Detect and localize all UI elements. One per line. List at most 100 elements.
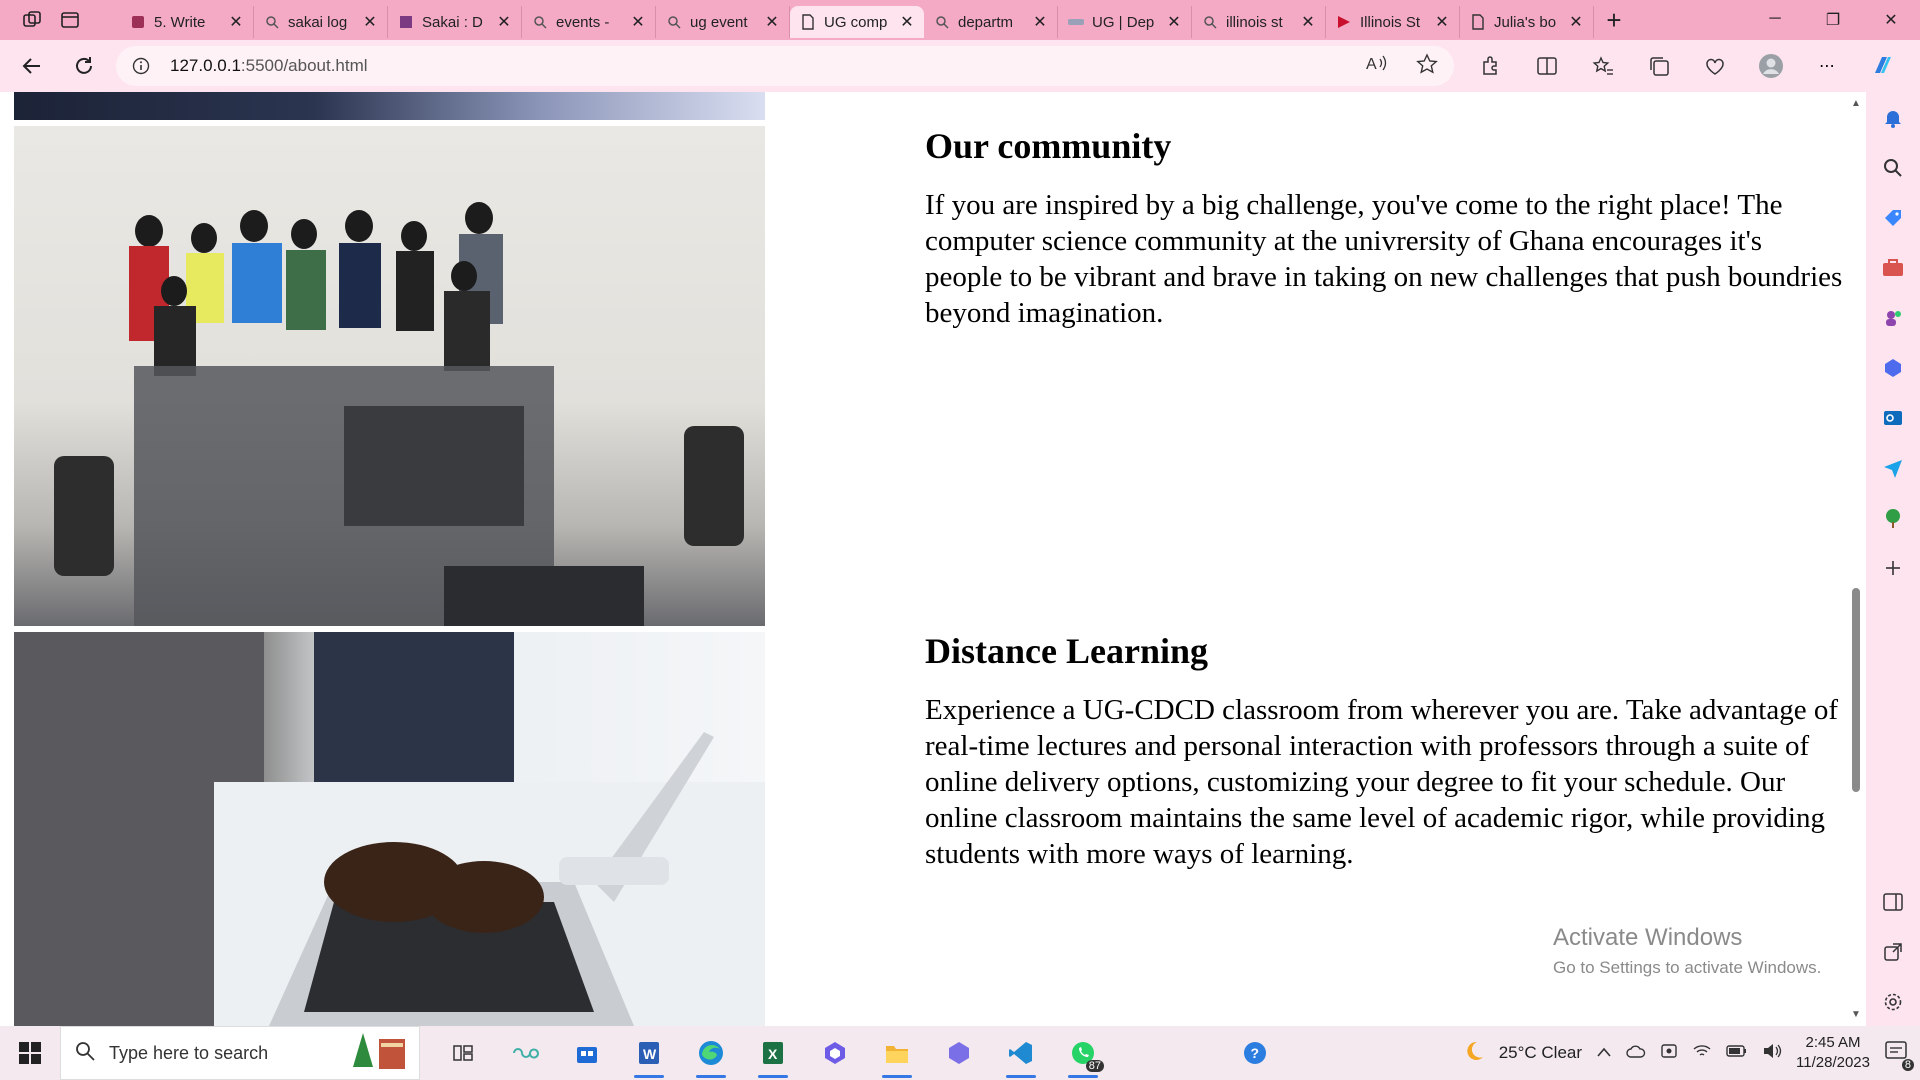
close-icon[interactable]: ✕	[363, 12, 377, 32]
close-icon[interactable]: ✕	[900, 12, 914, 32]
notifications-icon[interactable]: 8	[1884, 1040, 1914, 1071]
more-options-icon[interactable]: ⋯	[1814, 53, 1840, 79]
system-clock[interactable]: 2:45 AM 11/28/2023	[1796, 1033, 1870, 1073]
tab[interactable]: events - ✕	[522, 6, 656, 38]
outlook-icon[interactable]	[1881, 406, 1905, 430]
refresh-icon[interactable]	[64, 46, 104, 86]
add-icon[interactable]	[1881, 556, 1905, 580]
favorites-icon[interactable]	[1590, 53, 1616, 79]
bell-icon[interactable]	[1881, 106, 1905, 130]
close-icon[interactable]: ✕	[1301, 12, 1315, 32]
meet-now-icon[interactable]	[1660, 1042, 1678, 1065]
tab[interactable]: departm ✕	[924, 6, 1058, 38]
info-icon[interactable]	[132, 57, 154, 75]
tab[interactable]: Sakai : D ✕	[388, 6, 522, 38]
edge-browser-icon[interactable]	[680, 1026, 742, 1080]
vscode-icon[interactable]	[990, 1026, 1052, 1080]
weather-moon-icon[interactable]	[1461, 1039, 1485, 1068]
performance-icon[interactable]	[1702, 53, 1728, 79]
tab[interactable]: ug event ✕	[656, 6, 790, 38]
url-path: :5500/about.html	[240, 56, 368, 75]
tab-title: Julia's bo	[1494, 13, 1557, 31]
windows-start-icon[interactable]	[0, 1042, 60, 1064]
tab[interactable]: sakai log ✕	[254, 6, 388, 38]
volume-icon[interactable]	[1762, 1043, 1782, 1064]
tab-title: UG | Dep	[1092, 13, 1155, 31]
tab[interactable]: Illinois St ✕	[1326, 6, 1460, 38]
page-viewport: Our community If you are inspired by a b…	[0, 92, 1866, 1026]
svg-text:A: A	[1366, 56, 1377, 73]
close-icon[interactable]: ✕	[229, 12, 243, 32]
back-icon[interactable]	[12, 46, 52, 86]
tab-title: events -	[556, 13, 610, 31]
microsoft-store-icon[interactable]	[556, 1026, 618, 1080]
sakai-icon	[398, 14, 414, 30]
microsoft-365-icon[interactable]	[1881, 356, 1905, 380]
wifi-icon[interactable]	[1692, 1043, 1712, 1064]
favorite-star-icon[interactable]	[1416, 52, 1438, 80]
collections-icon[interactable]	[1646, 53, 1672, 79]
copilot-loop-icon[interactable]	[494, 1026, 556, 1080]
external-link-icon[interactable]	[1881, 940, 1905, 964]
svg-text:W: W	[643, 1046, 657, 1062]
workspaces-icon[interactable]	[20, 8, 44, 32]
tab-active[interactable]: UG comp ✕	[790, 6, 924, 38]
minimize-icon[interactable]: ─	[1746, 10, 1804, 30]
whatsapp-icon[interactable]: 87	[1052, 1026, 1114, 1080]
send-icon[interactable]	[1881, 456, 1905, 480]
tab-actions-icon[interactable]	[58, 8, 82, 32]
scroll-up-icon[interactable]: ▲	[1851, 98, 1861, 109]
help-icon[interactable]: ?	[1224, 1026, 1286, 1080]
settings-gear-icon[interactable]	[1881, 990, 1905, 1014]
distance-learning-laptop-photo	[14, 632, 765, 1026]
close-icon[interactable]: ✕	[1167, 12, 1181, 32]
word-icon[interactable]: W	[618, 1026, 680, 1080]
taskbar-search-box[interactable]: Type here to search	[60, 1026, 420, 1080]
sidebar-layout-icon[interactable]	[1881, 890, 1905, 914]
navigation-bar: 127.0.0.1:5500/about.html A ⋯	[0, 40, 1920, 92]
tools-briefcase-icon[interactable]	[1881, 256, 1905, 280]
microsoft-365-icon[interactable]	[804, 1026, 866, 1080]
split-screen-icon[interactable]	[1534, 53, 1560, 79]
onedrive-icon[interactable]	[1626, 1043, 1646, 1064]
close-icon[interactable]: ✕	[631, 12, 645, 32]
community-heading: Our community	[925, 126, 1172, 166]
tab[interactable]: UG | Dep ✕	[1058, 6, 1192, 38]
task-view-icon[interactable]	[432, 1026, 494, 1080]
search-placeholder: Type here to search	[109, 1042, 269, 1063]
svg-text:?: ?	[1251, 1045, 1260, 1061]
close-icon[interactable]: ✕	[1569, 12, 1583, 32]
close-icon[interactable]: ✕	[765, 12, 779, 32]
search-icon[interactable]	[1881, 156, 1905, 180]
copilot-app-icon[interactable]	[928, 1026, 990, 1080]
file-explorer-icon[interactable]	[866, 1026, 928, 1080]
scroll-thumb[interactable]	[1852, 588, 1860, 792]
tab[interactable]: Julia's bo ✕	[1460, 6, 1594, 38]
tree-icon[interactable]	[1881, 506, 1905, 530]
read-aloud-icon[interactable]: A	[1366, 53, 1388, 80]
battery-icon[interactable]	[1726, 1043, 1748, 1063]
close-icon[interactable]: ✕	[1033, 12, 1047, 32]
scroll-down-icon[interactable]: ▼	[1851, 1009, 1861, 1020]
profile-avatar-icon[interactable]	[1758, 53, 1784, 79]
address-bar[interactable]: 127.0.0.1:5500/about.html A	[116, 46, 1454, 86]
excel-icon[interactable]: X	[742, 1026, 804, 1080]
tab[interactable]: illinois st ✕	[1192, 6, 1326, 38]
copilot-icon[interactable]	[1870, 53, 1896, 79]
close-window-icon[interactable]: ✕	[1862, 10, 1920, 30]
tab-title: 5. Write	[154, 13, 206, 31]
weather-text[interactable]: 25°C Clear	[1499, 1043, 1582, 1063]
new-tab-icon[interactable]: +	[1594, 5, 1634, 36]
games-icon[interactable]	[1881, 306, 1905, 330]
show-hidden-icons-icon[interactable]	[1596, 1043, 1612, 1063]
community-paragraph: If you are inspired by a big challenge, …	[925, 189, 1843, 329]
distance-learning-paragraph: Experience a UG-CDCD classroom from wher…	[925, 694, 1838, 870]
watermark-subtitle: Go to Settings to activate Windows.	[1553, 958, 1822, 977]
shopping-tag-icon[interactable]	[1881, 206, 1905, 230]
close-icon[interactable]: ✕	[1435, 12, 1449, 32]
close-icon[interactable]: ✕	[497, 12, 511, 32]
tab[interactable]: 5. Write ✕	[120, 6, 254, 38]
extensions-icon[interactable]	[1478, 53, 1504, 79]
vertical-scrollbar[interactable]: ▲ ▼	[1846, 92, 1866, 1026]
restore-icon[interactable]: ❐	[1804, 10, 1862, 30]
